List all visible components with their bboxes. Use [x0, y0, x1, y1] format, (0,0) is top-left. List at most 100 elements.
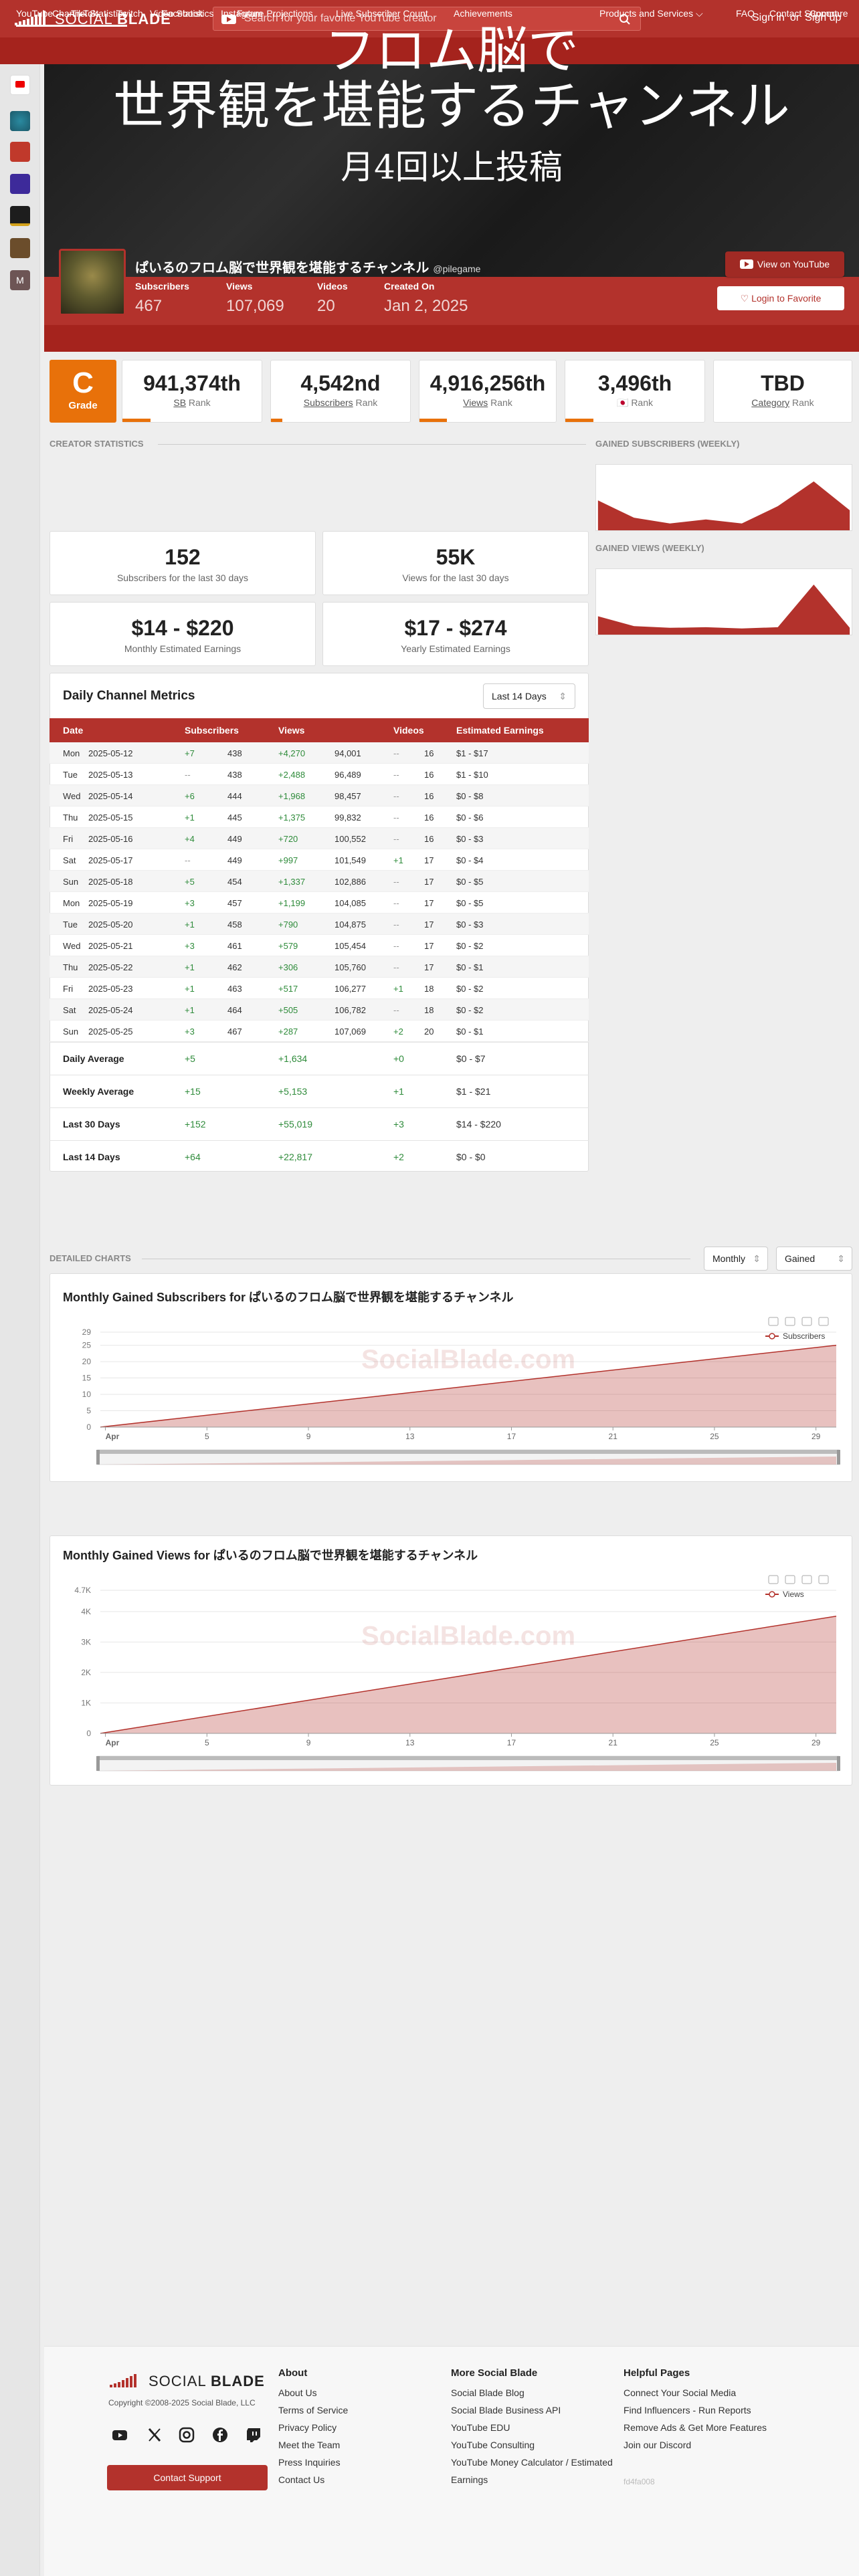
- footer-link[interactable]: Find Influencers - Run Reports: [624, 2405, 751, 2416]
- table-cell: 18: [424, 984, 434, 994]
- bar-chart-icon[interactable]: [818, 1575, 829, 1584]
- table-cell: 107,069: [335, 1027, 366, 1037]
- footer-link[interactable]: YouTube Money Calculator / Estimated: [451, 2457, 613, 2468]
- footer-link[interactable]: Terms of Service: [278, 2405, 348, 2416]
- footer-link[interactable]: Join our Discord: [624, 2440, 691, 2450]
- table-cell: $0 - $6: [456, 813, 484, 823]
- recent-channel-avatar[interactable]: [10, 142, 30, 162]
- recent-channel-avatar[interactable]: [10, 111, 30, 131]
- rank-link[interactable]: Category: [751, 397, 789, 408]
- table-cell: +579: [278, 941, 298, 951]
- views-chart[interactable]: 0 1K 2K 3K 4K 4.7K Apr 5 9 13 17 21 25 29 SocialBlade.…: [50, 1570, 852, 1779]
- range-select[interactable]: Last 14 Days: [483, 683, 575, 709]
- line-chart-icon[interactable]: [801, 1317, 812, 1326]
- bar-chart-icon[interactable]: [818, 1317, 829, 1326]
- tab-channel-statistics[interactable]: Channel Statistics: [52, 8, 128, 27]
- legend-label[interactable]: Views: [783, 1590, 804, 1599]
- footer-link[interactable]: About Us: [278, 2387, 317, 2398]
- table-cell: 438: [227, 748, 242, 758]
- table-cell: 16: [424, 834, 434, 844]
- table-cell: Tue: [63, 920, 78, 930]
- footer-link[interactable]: YouTube EDU: [451, 2422, 510, 2433]
- footer-link[interactable]: Social Blade Blog: [451, 2387, 524, 2398]
- summary-views: +22,817: [278, 1152, 312, 1162]
- table-cell: +2,488: [278, 770, 306, 780]
- facebook-icon[interactable]: [211, 2426, 229, 2444]
- table-cell: +1: [185, 920, 195, 930]
- line-chart-icon[interactable]: [801, 1575, 812, 1584]
- footer-link[interactable]: Privacy Policy: [278, 2422, 337, 2433]
- tab-compare[interactable]: Compare: [809, 8, 848, 19]
- x-tick-label: 17: [507, 1738, 516, 1747]
- legend-label[interactable]: Subscribers: [783, 1331, 825, 1341]
- footer-link[interactable]: Earnings: [451, 2474, 488, 2485]
- rank-value: 4,542nd: [300, 371, 381, 395]
- mode-select[interactable]: Gained: [776, 1247, 852, 1271]
- period-select[interactable]: Monthly: [704, 1247, 768, 1271]
- youtube-icon[interactable]: [111, 2426, 128, 2444]
- tab-future-projections[interactable]: Future Projections: [237, 8, 313, 19]
- zoom-slider-bar[interactable]: [98, 1450, 839, 1454]
- table-cell: $0 - $3: [456, 920, 484, 930]
- zoom-icon[interactable]: [768, 1575, 779, 1584]
- zoom-handle-left[interactable]: [96, 1450, 100, 1465]
- grade-box: C Grade: [50, 360, 116, 423]
- y-tick-label: 4K: [81, 1607, 91, 1616]
- stat-value: $17 - $274: [404, 616, 507, 640]
- socialblade-logo-icon[interactable]: [110, 2374, 139, 2387]
- recent-channel-avatar[interactable]: M: [10, 270, 30, 290]
- x-tick-label: 25: [710, 1432, 719, 1441]
- y-tick-label: 29: [82, 1327, 92, 1337]
- tab-achievements[interactable]: Achievements: [454, 8, 512, 19]
- table-cell: 467: [227, 1027, 242, 1037]
- view-on-youtube-button[interactable]: View on YouTube: [725, 251, 844, 277]
- login-to-favorite-button[interactable]: ♡ Login to Favorite: [717, 286, 844, 310]
- table-cell: 458: [227, 920, 242, 930]
- subscribers-chart-title: Monthly Gained Subscribers for ぱいるのフロム脳で…: [63, 1291, 514, 1304]
- rank-link[interactable]: Views: [463, 397, 488, 408]
- zoom-handle-right[interactable]: [837, 1756, 840, 1771]
- table-cell: $1 - $17: [456, 748, 488, 758]
- tab-video-statistics[interactable]: Video Statistics: [150, 8, 213, 19]
- zoom-reset-icon[interactable]: [785, 1575, 795, 1584]
- summary-label: Weekly Average: [63, 1086, 134, 1097]
- y-tick-label: 2K: [81, 1668, 91, 1677]
- footer-link[interactable]: Contact Us: [278, 2474, 324, 2485]
- table-cell: 104,875: [335, 920, 366, 930]
- zoom-handle-right[interactable]: [837, 1450, 840, 1465]
- recent-channel-avatar[interactable]: [10, 174, 30, 194]
- rank-suffix: Rank: [789, 397, 814, 408]
- recent-channel-avatar[interactable]: [10, 206, 30, 226]
- tab-live-subscriber-count[interactable]: Live Subscriber Count: [336, 8, 428, 19]
- table-cell: $0 - $2: [456, 984, 484, 994]
- y-tick-label: 20: [82, 1357, 92, 1366]
- footer-link[interactable]: Press Inquiries: [278, 2457, 341, 2468]
- x-twitter-icon[interactable]: [146, 2426, 163, 2444]
- zoom-handle-left[interactable]: [96, 1756, 100, 1771]
- footer-link[interactable]: Social Blade Business API: [451, 2405, 561, 2416]
- footer-link[interactable]: Meet the Team: [278, 2440, 340, 2450]
- table-cell: $0 - $1: [456, 962, 484, 972]
- table-cell: --: [393, 941, 399, 951]
- zoom-reset-icon[interactable]: [785, 1317, 795, 1326]
- footer-link[interactable]: Connect Your Social Media: [624, 2387, 736, 2398]
- table-cell: 17: [424, 941, 434, 951]
- table-cell: +5: [185, 877, 195, 887]
- summary-views: +1,634: [278, 1053, 308, 1064]
- rank-link[interactable]: Subscribers: [304, 397, 353, 408]
- footer-logo-regular: SOCIAL: [149, 2373, 211, 2389]
- col-views: Views: [278, 725, 305, 736]
- table-cell: 2025-05-18: [88, 877, 133, 887]
- recent-channel-avatar[interactable]: [10, 238, 30, 258]
- contact-support-button[interactable]: Contact Support: [107, 2465, 268, 2490]
- zoom-slider-bar[interactable]: [98, 1756, 839, 1760]
- rank-value: 941,374th: [143, 371, 241, 395]
- instagram-icon[interactable]: [178, 2426, 195, 2444]
- youtube-home-icon[interactable]: [10, 75, 30, 95]
- twitch-icon[interactable]: [245, 2426, 262, 2444]
- rank-link[interactable]: SB: [173, 397, 186, 408]
- footer-link[interactable]: Remove Ads & Get More Features: [624, 2422, 767, 2433]
- subscribers-chart[interactable]: 0 5 10 15 20 25 29 Apr 5 9 13 17 21 25 29 SocialBlade.c…: [50, 1311, 852, 1482]
- zoom-icon[interactable]: [768, 1317, 779, 1326]
- footer-link[interactable]: YouTube Consulting: [451, 2440, 535, 2450]
